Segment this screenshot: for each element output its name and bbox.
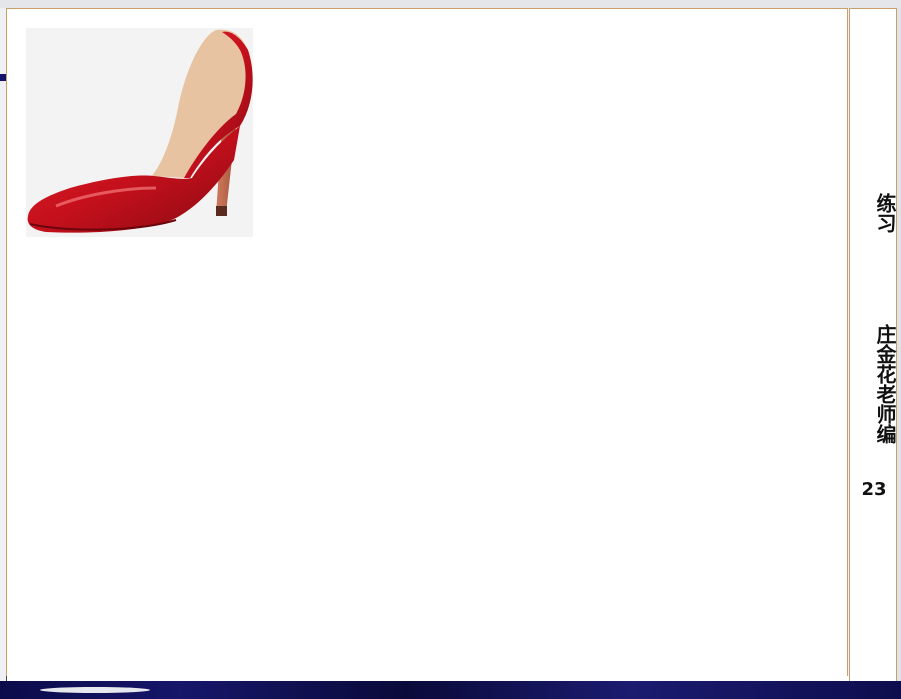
window-top-strip [0, 0, 901, 8]
side-panel: 练习 庄金花老师编 23 [849, 8, 897, 686]
background-strip-bottom [0, 681, 901, 699]
shoe-image[interactable] [26, 28, 253, 237]
side-title: 练习 [873, 193, 897, 233]
presentation-window: 练习 庄金花老师编 23 [0, 0, 901, 699]
heel-tip [216, 206, 227, 216]
shoe-illustration [26, 28, 253, 237]
page-number: 23 [861, 479, 887, 500]
side-author: 庄金花老师编 [873, 324, 897, 444]
background-streak [40, 687, 150, 693]
right-scrollbar[interactable] [897, 8, 901, 699]
